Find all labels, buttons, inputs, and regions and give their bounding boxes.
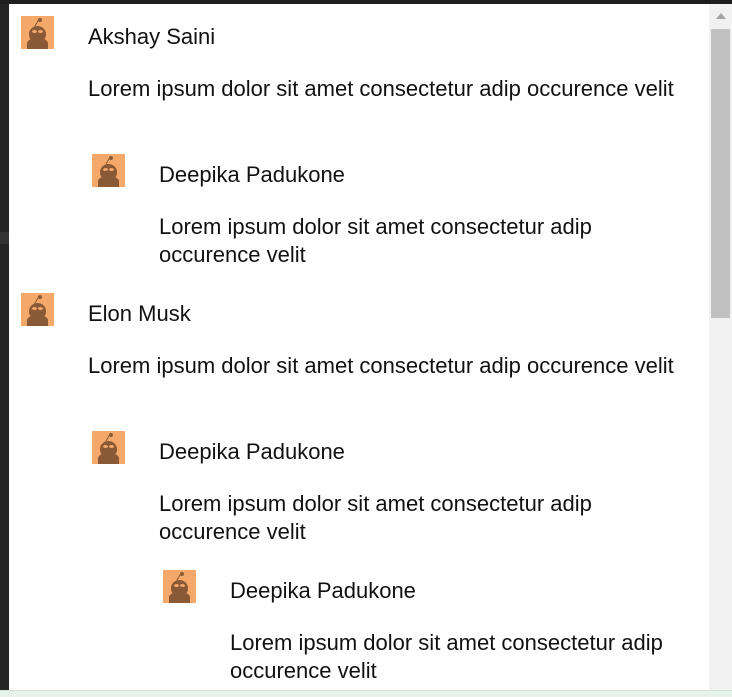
comment-author: Deepika Padukone: [230, 578, 416, 603]
bottom-strip: [0, 690, 732, 697]
comment-author: Elon Musk: [88, 301, 191, 326]
user-avatar-icon: [21, 293, 54, 326]
comment-text: Lorem ipsum dolor sit amet consectetur a…: [159, 214, 592, 267]
scroll-up-arrow-icon[interactable]: [709, 4, 732, 28]
comment-text: Lorem ipsum dolor sit amet consectetur a…: [88, 353, 674, 378]
user-avatar-icon: [163, 570, 196, 603]
vertical-scrollbar[interactable]: [709, 4, 732, 691]
comment-author: Deepika Padukone: [159, 439, 345, 464]
comment-author: Deepika Padukone: [159, 162, 345, 187]
user-avatar-icon: [92, 431, 125, 464]
comment-text: Lorem ipsum dolor sit amet consectetur a…: [159, 491, 592, 544]
user-avatar-icon: [92, 154, 125, 187]
comment-text: Lorem ipsum dolor sit amet consectetur a…: [88, 76, 674, 101]
user-avatar-icon: [21, 16, 54, 49]
background-editor-strip: [0, 4, 9, 697]
editor-band: [0, 232, 9, 244]
scrollbar-thumb[interactable]: [711, 29, 730, 318]
comment-author: Akshay Saini: [88, 24, 216, 49]
comment-text: Lorem ipsum dolor sit amet consectetur a…: [230, 630, 663, 683]
comments-panel: Akshay Saini Lorem ipsum dolor sit amet …: [9, 4, 709, 691]
